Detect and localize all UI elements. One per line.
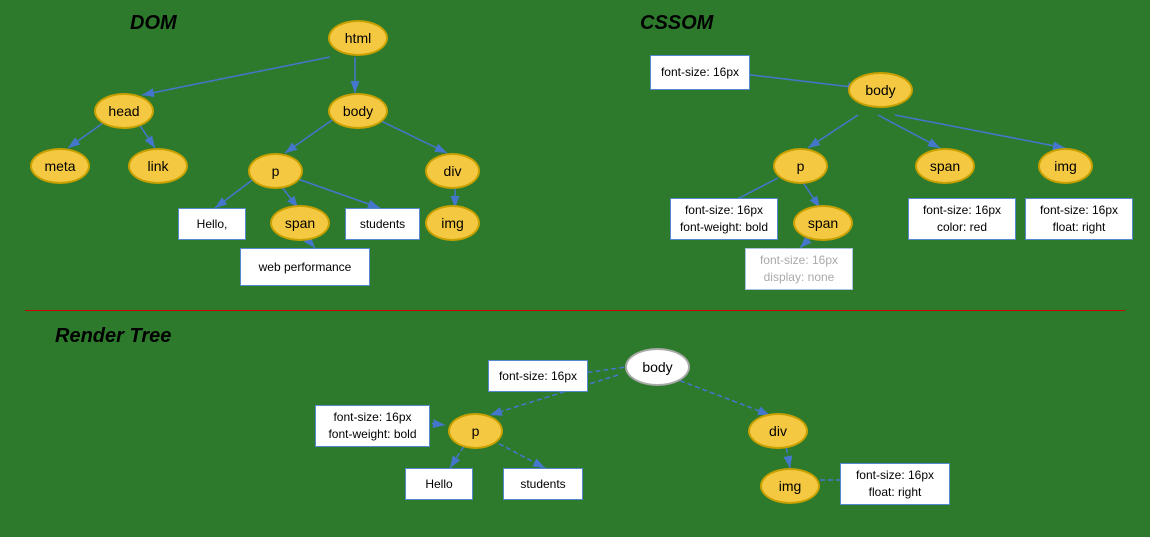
dom-img-node: img [425,205,480,241]
cssom-body-node: body [848,72,913,108]
cssom-box-span-p: font-size: 16px display: none [745,248,853,290]
dom-div-node: div [425,153,480,189]
cssom-span-p-node: span [793,205,853,241]
render-box-body: font-size: 16px [488,360,588,392]
render-p-node: p [448,413,503,449]
cssom-box-img: font-size: 16px float: right [1025,198,1133,240]
dom-body-node: body [328,93,388,129]
cssom-p-node: p [773,148,828,184]
dom-web-performance-node: web performance [240,248,370,286]
render-div-node: div [748,413,808,449]
cssom-box-p: font-size: 16px font-weight: bold [670,198,778,240]
render-hello-node: Hello [405,468,473,500]
render-body-node: body [625,348,690,386]
render-students-node: students [503,468,583,500]
cssom-img-node: img [1038,148,1093,184]
render-box-img: font-size: 16px float: right [840,463,950,505]
render-img-node: img [760,468,820,504]
dom-meta-node: meta [30,148,90,184]
render-box-p: font-size: 16px font-weight: bold [315,405,430,447]
dom-p-node: p [248,153,303,189]
dom-hello-node: Hello, [178,208,246,240]
render-title: Render Tree [55,325,171,348]
dom-html-node: html [328,20,388,56]
section-divider [25,310,1125,311]
dom-title: DOM [130,12,177,35]
cssom-box-span: font-size: 16px color: red [908,198,1016,240]
dom-link-node: link [128,148,188,184]
dom-span-node: span [270,205,330,241]
dom-head-node: head [94,93,154,129]
diagram-container: DOM CSSOM html head body meta link p div… [0,0,1150,537]
dom-students-node: students [345,208,420,240]
cssom-span-top-node: span [915,148,975,184]
cssom-box-body: font-size: 16px [650,55,750,90]
arrows-svg [0,0,1150,537]
cssom-title: CSSOM [640,12,713,35]
